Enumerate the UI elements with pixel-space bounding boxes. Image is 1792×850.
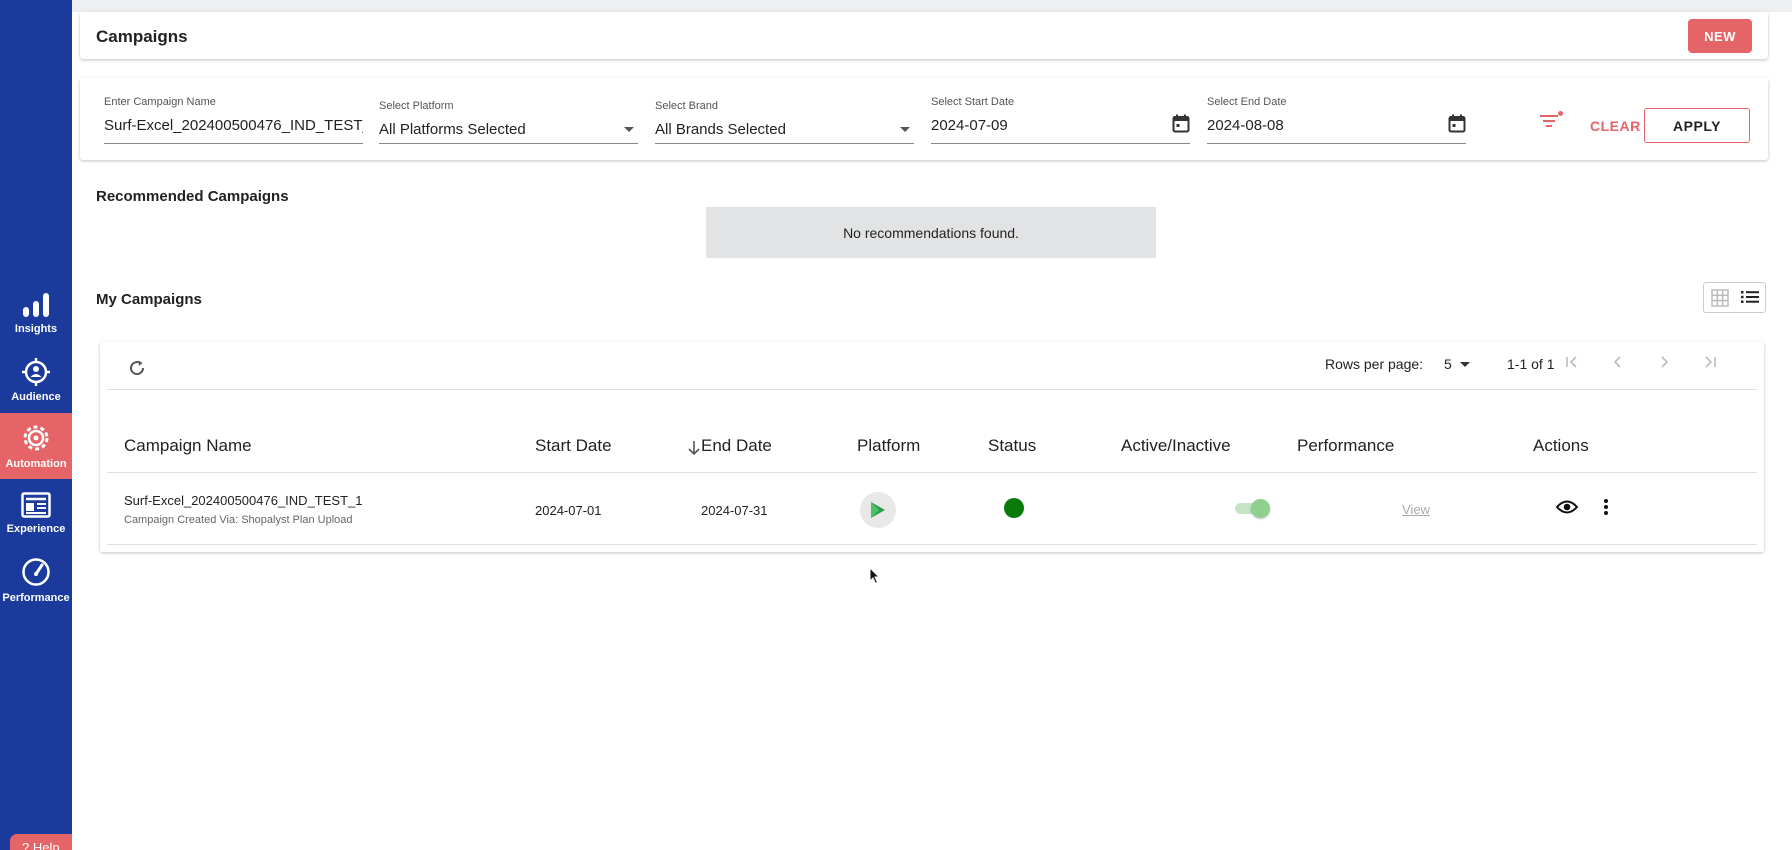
sidebar-item-insights[interactable]: Insights	[0, 280, 72, 346]
campaign-name-field[interactable]: Enter Campaign Name Surf-Excel_202400500…	[104, 96, 363, 144]
platform-value: All Platforms Selected	[379, 121, 526, 138]
eye-icon[interactable]	[1556, 499, 1578, 515]
empty-recommendations: No recommendations found.	[706, 207, 1156, 258]
help-icon: ?	[22, 840, 30, 850]
brand-label: Select Brand	[655, 100, 718, 112]
start-date-input[interactable]: 2024-07-09	[931, 117, 1190, 134]
campaign-name-cell[interactable]: Surf-Excel_202400500476_IND_TEST_1	[124, 493, 362, 508]
column-header-end-date[interactable]: End Date	[701, 436, 772, 456]
new-campaign-button[interactable]: NEW	[1688, 19, 1752, 53]
column-header-status[interactable]: Status	[988, 436, 1036, 456]
rows-per-page-select[interactable]: 5	[1444, 356, 1452, 372]
newspaper-icon	[21, 491, 51, 518]
more-actions-icon[interactable]	[1603, 498, 1609, 516]
recommended-title: Recommended Campaigns	[96, 188, 289, 205]
sidebar-item-audience[interactable]: Audience	[0, 347, 72, 413]
bar-chart-icon	[23, 292, 49, 317]
status-indicator	[1004, 498, 1024, 518]
end-date-label: Select End Date	[1207, 96, 1287, 108]
filter-bar: Enter Campaign Name Surf-Excel_202400500…	[80, 78, 1768, 160]
brand-value: All Brands Selected	[655, 121, 786, 138]
column-header-performance[interactable]: Performance	[1297, 436, 1394, 456]
sidebar-item-automation[interactable]: Automation	[0, 413, 72, 479]
rows-per-page-label: Rows per page:	[1325, 356, 1424, 372]
my-campaigns-title: My Campaigns	[96, 291, 202, 308]
previous-page-icon[interactable]	[1610, 354, 1626, 370]
start-date-cell: 2024-07-01	[535, 503, 602, 518]
calendar-icon[interactable]	[1448, 114, 1466, 133]
list-view-icon[interactable]	[1741, 290, 1759, 304]
campaign-source-cell: Campaign Created Via: Shopalyst Plan Upl…	[124, 514, 353, 526]
mouse-cursor-icon	[869, 567, 881, 585]
refresh-icon[interactable]	[128, 359, 146, 377]
column-header-start-date[interactable]: Start Date	[535, 436, 612, 456]
filter-icon[interactable]	[1540, 114, 1558, 128]
platform-label: Select Platform	[379, 100, 454, 112]
platform-select[interactable]: Select Platform All Platforms Selected	[379, 96, 638, 144]
column-header-active-inactive[interactable]: Active/Inactive	[1121, 436, 1231, 456]
campaigns-table: Rows per page: 5 1-1 of 1 Campaign Name …	[100, 342, 1764, 552]
sort-descending-icon[interactable]	[687, 440, 701, 456]
gear-icon	[23, 425, 49, 450]
pagination-range: 1-1 of 1	[1507, 356, 1555, 372]
calendar-icon[interactable]	[1172, 114, 1190, 133]
page-header: Campaigns NEW	[80, 12, 1768, 59]
active-toggle[interactable]	[1233, 499, 1271, 518]
target-person-icon	[22, 357, 50, 386]
end-date-cell: 2024-07-31	[701, 503, 768, 518]
grid-view-icon[interactable]	[1711, 289, 1729, 307]
sidebar-item-label: Experience	[6, 522, 66, 535]
page-title: Campaigns	[96, 27, 188, 46]
end-date-input[interactable]: 2024-08-08	[1207, 117, 1466, 134]
clear-button[interactable]: CLEAR	[1590, 118, 1641, 134]
apply-button[interactable]: APPLY	[1644, 108, 1750, 143]
start-date-field[interactable]: Select Start Date 2024-07-09	[931, 96, 1190, 144]
speedometer-icon	[22, 557, 50, 586]
sidebar-item-label: Audience	[11, 390, 61, 403]
platform-badge	[860, 492, 896, 528]
chevron-down-icon[interactable]	[1460, 362, 1470, 367]
help-label: Help	[32, 840, 60, 850]
sidebar-item-experience[interactable]: Experience	[0, 480, 72, 546]
start-date-label: Select Start Date	[931, 96, 1015, 108]
sidebar-item-label: Automation	[5, 457, 67, 470]
performance-view-link[interactable]: View	[1402, 502, 1430, 517]
sidebar-item-label: Performance	[2, 591, 70, 604]
sidebar-item-performance[interactable]: Performance	[0, 547, 72, 613]
campaign-name-label: Enter Campaign Name	[104, 96, 216, 108]
google-play-icon	[871, 502, 885, 518]
campaign-name-input[interactable]: Surf-Excel_202400500476_IND_TEST_1	[104, 117, 363, 134]
view-toggle	[1703, 282, 1766, 313]
filter-active-dot	[1558, 111, 1563, 116]
sidebar: Insights Audience Automation Experience …	[0, 0, 88, 850]
column-header-platform[interactable]: Platform	[857, 436, 920, 456]
last-page-icon[interactable]	[1702, 354, 1718, 370]
chevron-down-icon	[900, 127, 910, 132]
brand-select[interactable]: Select Brand All Brands Selected	[655, 96, 914, 144]
sidebar-item-label: Insights	[14, 322, 58, 335]
end-date-field[interactable]: Select End Date 2024-08-08	[1207, 96, 1466, 144]
chevron-down-icon	[624, 127, 634, 132]
next-page-icon[interactable]	[1656, 354, 1672, 370]
first-page-icon[interactable]	[1564, 354, 1580, 370]
main-content: Campaigns NEW Enter Campaign Name Surf-E…	[72, 0, 1792, 850]
column-header-campaign-name[interactable]: Campaign Name	[124, 436, 252, 456]
column-header-actions: Actions	[1533, 436, 1589, 455]
